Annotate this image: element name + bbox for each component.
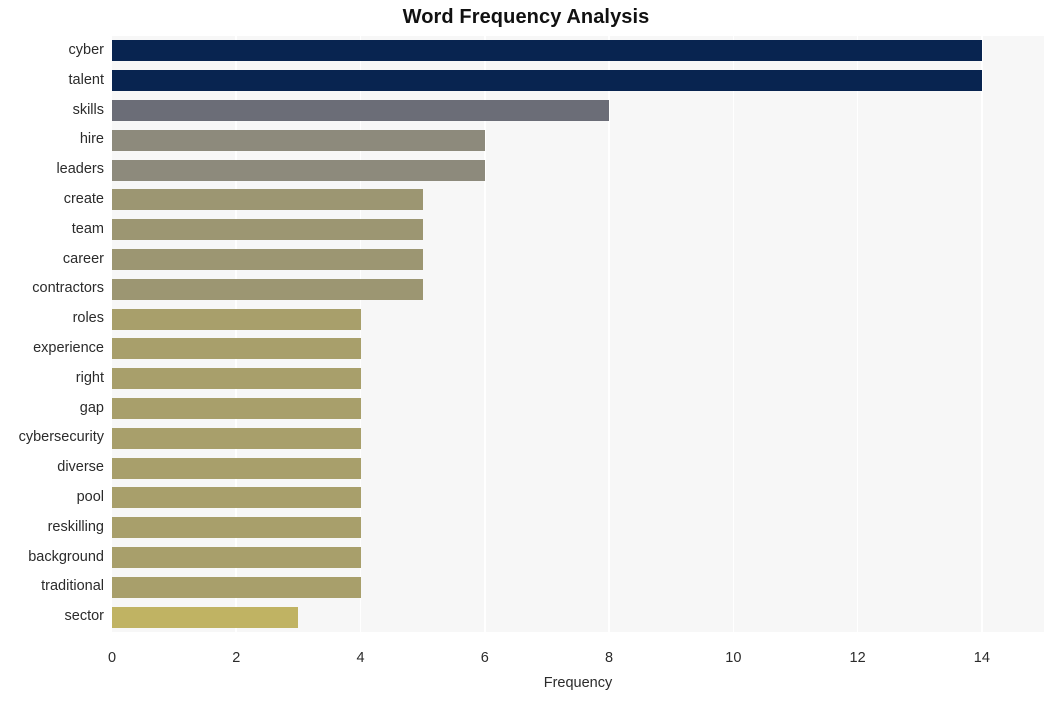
chart-title: Word Frequency Analysis <box>402 6 650 28</box>
y-tick-label-right: right <box>75 369 104 386</box>
bar-skills[interactable] <box>112 100 610 121</box>
bar-contractors[interactable] <box>112 278 423 300</box>
y-tick-label-career: career <box>62 250 104 267</box>
y-tick-label-talent: talent <box>68 71 104 88</box>
y-tick-label-experience: experience <box>33 339 104 356</box>
bar-career[interactable] <box>112 249 423 270</box>
bar-row <box>112 70 1044 92</box>
y-tick-label-cyber: cyber <box>68 41 104 58</box>
bar-row <box>112 308 1044 330</box>
bar-row <box>112 40 1044 62</box>
bar-row <box>112 576 1044 598</box>
bar-row <box>112 517 1044 539</box>
y-tick-label-roles: roles <box>72 310 104 327</box>
y-tick-label-create: create <box>63 190 104 207</box>
x-tick-label-4: 4 <box>356 650 365 666</box>
word-frequency-bar-chart: Word Frequency Analysis cyber talent skill… <box>0 0 1052 701</box>
x-tick-label-12: 12 <box>849 650 866 666</box>
bar-row <box>112 487 1044 509</box>
bar-roles[interactable] <box>112 308 361 330</box>
bar-team[interactable] <box>112 219 423 241</box>
bar-row <box>112 249 1044 270</box>
y-tick-label-contractors: contractors <box>32 280 104 297</box>
y-tick-label-background: background <box>28 548 104 565</box>
bar-row <box>112 129 1044 151</box>
bar-row <box>112 606 1044 628</box>
bar-experience[interactable] <box>112 338 361 360</box>
bar-gap[interactable] <box>112 398 361 419</box>
bar-create[interactable] <box>112 189 423 211</box>
y-tick-label-gap: gap <box>79 399 104 416</box>
bar-pool[interactable] <box>112 487 361 509</box>
y-tick-label-team: team <box>71 220 104 237</box>
bar-row <box>112 398 1044 419</box>
x-tick-label-14: 14 <box>973 650 990 666</box>
bar-background[interactable] <box>112 547 361 568</box>
bar-row <box>112 189 1044 211</box>
x-tick-label-6: 6 <box>480 650 489 666</box>
plot-area <box>112 36 1044 632</box>
y-tick-label-pool: pool <box>76 488 104 505</box>
x-tick-label-10: 10 <box>725 650 742 666</box>
y-tick-label-cybersecurity: cybersecurity <box>18 429 104 446</box>
bar-row <box>112 278 1044 300</box>
bar-row <box>112 457 1044 479</box>
y-tick-label-sector: sector <box>64 608 105 625</box>
bar-row <box>112 100 1044 121</box>
bar-cybersecurity[interactable] <box>112 427 361 449</box>
x-tick-label-2: 2 <box>232 650 241 666</box>
y-tick-label-hire: hire <box>79 131 104 148</box>
y-tick-label-skills: skills <box>72 101 104 118</box>
y-tick-label-leaders: leaders <box>56 161 104 178</box>
bar-reskilling[interactable] <box>112 517 361 539</box>
y-tick-label-traditional: traditional <box>41 578 104 595</box>
bar-hire[interactable] <box>112 129 485 151</box>
bar-row <box>112 427 1044 449</box>
bar-leaders[interactable] <box>112 159 485 181</box>
x-axis-title: Frequency <box>543 675 613 691</box>
bar-talent[interactable] <box>112 70 982 92</box>
x-tick-label-0: 0 <box>107 650 117 666</box>
bar-row <box>112 219 1044 241</box>
y-tick-label-reskilling: reskilling <box>47 518 104 535</box>
bar-row <box>112 159 1044 181</box>
bar-diverse[interactable] <box>112 457 361 479</box>
bar-row <box>112 547 1044 568</box>
bar-right[interactable] <box>112 368 361 390</box>
y-axis-labels: cyber talent skills hire leaders create team ca… <box>0 36 104 632</box>
bars-layer <box>112 36 1044 632</box>
bar-cyber[interactable] <box>112 40 982 62</box>
bar-row <box>112 338 1044 360</box>
bar-traditional[interactable] <box>112 576 361 598</box>
bar-row <box>112 368 1044 390</box>
bar-sector[interactable] <box>112 606 299 628</box>
y-tick-label-diverse: diverse <box>57 459 104 476</box>
x-tick-label-8: 8 <box>605 650 614 666</box>
